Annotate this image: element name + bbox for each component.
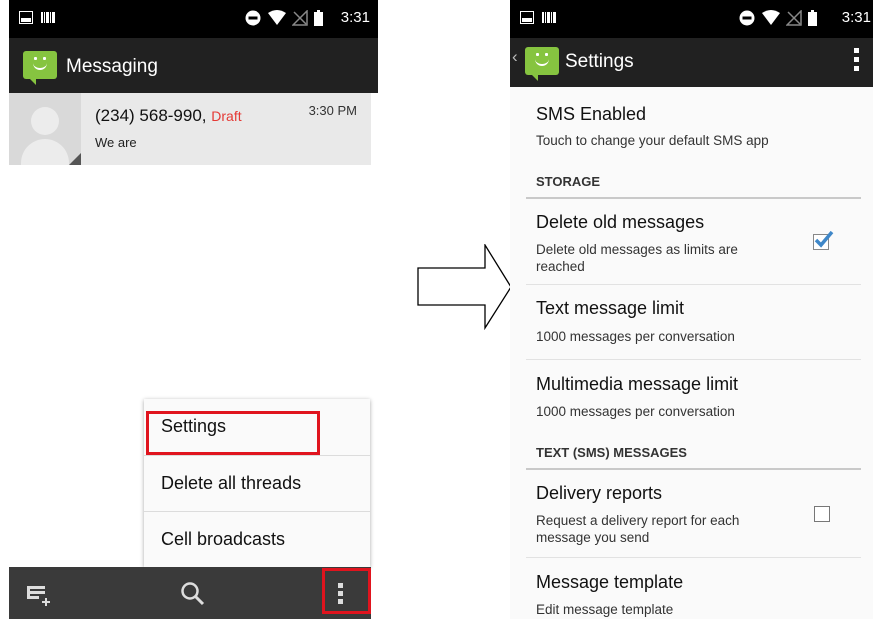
overflow-highlight-box [322,568,371,614]
contact-avatar[interactable] [9,93,81,165]
messaging-screen: 3:31 Messaging (234) 568-990, Draft 3:30… [9,0,378,619]
barcode-notification-icon [41,12,55,23]
category-storage: STORAGE [536,174,601,189]
menu-item-delete-all-threads[interactable]: Delete all threads [144,456,370,512]
pref-multimedia-message-limit[interactable]: Multimedia message limit 1000 messages p… [510,360,861,434]
pref-delivery-reports[interactable]: Delivery reports Request a delivery repo… [510,471,861,557]
page-title: Settings [565,51,634,72]
delivery-reports-checkbox[interactable] [814,506,830,522]
delete-old-messages-checkbox[interactable] [813,230,834,250]
pref-delete-old-messages[interactable]: Delete old messages Delete old messages … [510,200,861,284]
category-divider [526,468,861,470]
pref-message-template[interactable]: Message template Edit message template [510,558,861,619]
new-message-icon[interactable] [27,582,53,606]
bottom-action-bar [9,567,371,619]
message-snippet: We are [95,135,137,150]
menu-item-cell-broadcasts[interactable]: Cell broadcasts [144,512,370,568]
draft-label: Draft [211,108,242,124]
messaging-app-icon[interactable] [525,47,559,81]
transition-arrow-icon [417,244,512,330]
pref-text-message-limit[interactable]: Text message limit 1000 messages per con… [510,285,861,359]
pref-sms-enabled[interactable]: SMS Enabled Touch to change your default… [510,87,861,163]
no-signal-icon [292,10,308,26]
wifi-icon [268,10,286,25]
screenshot-notification-icon [19,11,33,24]
wifi-icon [762,10,780,25]
battery-icon [314,10,323,26]
search-icon[interactable] [180,581,206,607]
status-bar: 3:31 [9,0,378,38]
back-chevron-icon[interactable]: ‹ [512,47,518,67]
status-time: 3:31 [841,9,871,26]
thread-time: 3:30 PM [308,103,357,118]
overflow-menu-icon[interactable] [854,48,859,72]
screenshot-notification-icon [520,11,534,24]
do-not-disturb-icon [245,10,261,26]
app-title: Messaging [66,56,158,77]
do-not-disturb-icon [739,10,755,26]
messaging-app-icon [23,51,57,85]
no-signal-icon [786,10,802,26]
barcode-notification-icon [542,12,556,23]
contact-name: (234) 568-990, Draft [95,106,242,125]
category-divider [526,197,861,199]
settings-highlight-box [146,411,320,455]
battery-icon [808,10,817,26]
settings-screen: 3:31 ‹ Settings SMS Enabled Touch to cha… [510,0,873,619]
category-text-sms-messages: TEXT (SMS) MESSAGES [536,445,687,460]
conversation-list-item[interactable]: (234) 568-990, Draft 3:30 PM We are [9,93,371,165]
checkmark-icon [814,230,834,248]
status-time: 3:31 [340,9,370,26]
status-bar: 3:31 [510,0,873,38]
action-bar [9,38,378,93]
